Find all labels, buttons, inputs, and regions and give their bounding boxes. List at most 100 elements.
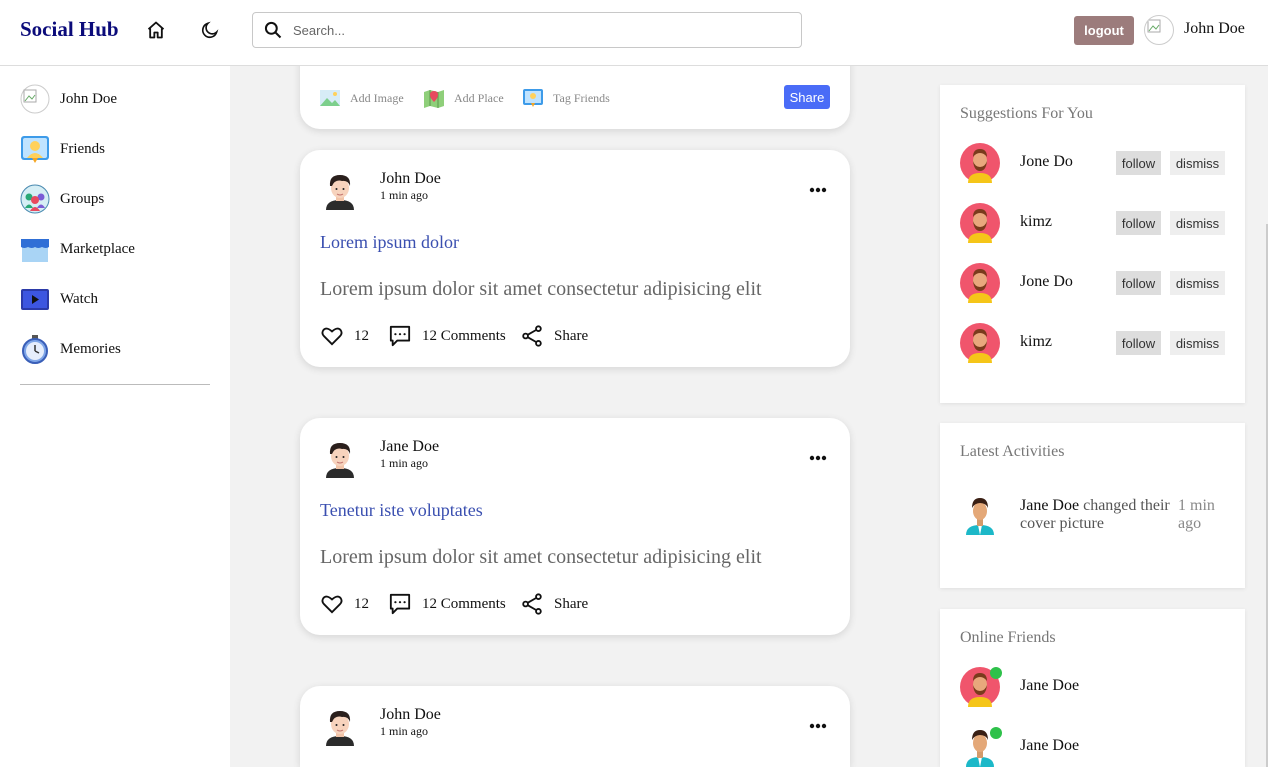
bearded-man-avatar[interactable] (960, 263, 1000, 303)
share-label: Share (554, 327, 589, 344)
dismiss-button[interactable]: dismiss (1170, 211, 1225, 235)
comments-button[interactable]: 12 Comments (388, 324, 506, 348)
more-options-icon[interactable] (808, 448, 828, 468)
activity-user[interactable]: Jane Doe (1020, 497, 1079, 514)
online-friend-name: Jane Doe (1020, 737, 1080, 754)
post-card: Jane Doe 1 min ago Tenetur iste voluptat… (300, 418, 850, 635)
sidebar-item-label: Memories (60, 340, 121, 357)
dismiss-button[interactable]: dismiss (1170, 271, 1225, 295)
watch-icon (20, 284, 50, 314)
post-body: Lorem ipsum dolor sit amet consectetur a… (320, 278, 762, 300)
user-avatar (20, 84, 50, 114)
map-pin-icon (424, 90, 444, 108)
sidebar-divider (20, 384, 210, 385)
suggestion-name[interactable]: kimz (1020, 333, 1052, 351)
current-user-name[interactable]: John Doe (1184, 20, 1245, 38)
activities-title: Latest Activities (960, 443, 1065, 460)
share-button[interactable]: Share (784, 85, 830, 109)
sidebar-item-label: Watch (60, 290, 98, 307)
post-author[interactable]: John Doe (380, 170, 441, 188)
sidebar-item-label: John Doe (60, 90, 118, 107)
sidebar-item-friends[interactable]: Friends (20, 134, 220, 164)
more-options-icon[interactable] (808, 716, 828, 736)
author-avatar[interactable] (320, 170, 360, 210)
activity-time: 1 min ago (1178, 497, 1215, 532)
tag-friends-action[interactable]: Tag Friends (523, 88, 610, 108)
sidebar-item-label: Marketplace (60, 240, 135, 257)
dismiss-button[interactable]: dismiss (1170, 151, 1225, 175)
add-image-label: Add Image (350, 90, 404, 105)
add-place-action[interactable]: Add Place (424, 88, 504, 108)
author-avatar[interactable] (320, 438, 360, 478)
like-button[interactable]: 12 (320, 324, 369, 348)
friends-icon (20, 134, 50, 164)
search-input[interactable] (293, 22, 773, 38)
brand-logo[interactable]: Social Hub (20, 17, 119, 42)
follow-button[interactable]: follow (1116, 211, 1161, 235)
sidebar-item-groups[interactable]: Groups (20, 184, 220, 214)
post-author[interactable]: Jane Doe (380, 438, 439, 456)
sidebar-item-profile[interactable]: John Doe (20, 84, 220, 114)
suggestions-panel: Suggestions For You Jone Do follow dismi… (940, 85, 1245, 403)
follow-button[interactable]: follow (1116, 271, 1161, 295)
online-title: Online Friends (960, 629, 1056, 646)
suggestion-item: Jone Do follow dismiss (960, 143, 1230, 183)
comments-button[interactable]: 12 Comments (388, 592, 506, 616)
image-icon (320, 90, 340, 106)
marketplace-icon (20, 234, 50, 264)
dark-mode-icon[interactable] (198, 18, 222, 42)
like-count: 12 (354, 595, 369, 612)
sidebar-item-watch[interactable]: Watch (20, 284, 220, 314)
tag-friends-label: Tag Friends (553, 90, 610, 105)
heart-icon (320, 592, 344, 616)
post-title[interactable]: Lorem ipsum dolor (320, 232, 459, 253)
follow-button[interactable]: follow (1116, 151, 1161, 175)
dismiss-button[interactable]: dismiss (1170, 331, 1225, 355)
suggestion-name[interactable]: Jone Do (1020, 153, 1073, 171)
bearded-man-avatar[interactable] (960, 143, 1000, 183)
share-icon (520, 324, 544, 348)
suggestion-item: kimz follow dismiss (960, 203, 1230, 243)
post-title[interactable]: Tenetur iste voluptates (320, 500, 483, 521)
online-status-dot (990, 667, 1002, 679)
add-image-action[interactable]: Add Image (320, 88, 404, 108)
comment-icon (388, 324, 412, 348)
comments-count: 12 Comments (422, 595, 506, 612)
share-action[interactable]: Share (520, 324, 588, 348)
comments-count: 12 Comments (422, 327, 506, 344)
online-friend-item[interactable]: Jane Doe (960, 667, 1160, 707)
man-avatar[interactable] (960, 495, 1000, 535)
groups-icon (20, 184, 50, 214)
online-friend-name: Jane Doe (1020, 677, 1080, 694)
heart-icon (320, 324, 344, 348)
avatar[interactable] (1144, 15, 1174, 45)
online-friend-item[interactable]: Jane Doe (960, 727, 1160, 767)
activity-description: Jane Doe changed their cover picture (1020, 497, 1175, 533)
author-avatar[interactable] (320, 706, 360, 746)
left-sidebar: John Doe Friends Groups Marketplace Watc… (0, 66, 230, 767)
suggestion-name[interactable]: Jone Do (1020, 273, 1073, 291)
share-label: Share (554, 595, 589, 612)
sidebar-item-marketplace[interactable]: Marketplace (20, 234, 220, 264)
sidebar-item-label: Groups (60, 190, 105, 207)
like-button[interactable]: 12 (320, 592, 369, 616)
share-action[interactable]: Share (520, 592, 588, 616)
suggestions-title: Suggestions For You (960, 105, 1093, 122)
home-icon[interactable] (144, 18, 168, 42)
top-navbar: Social Hub logout John Doe (0, 0, 1268, 66)
suggestion-item: Jone Do follow dismiss (960, 263, 1230, 303)
comment-icon (388, 592, 412, 616)
bearded-man-avatar[interactable] (960, 323, 1000, 363)
sidebar-item-label: Friends (60, 140, 105, 157)
suggestion-name[interactable]: kimz (1020, 213, 1052, 231)
more-options-icon[interactable] (808, 180, 828, 200)
logout-button[interactable]: logout (1074, 16, 1134, 45)
share-icon (520, 592, 544, 616)
bearded-man-avatar[interactable] (960, 203, 1000, 243)
like-count: 12 (354, 327, 369, 344)
search-icon (253, 20, 293, 40)
sidebar-item-memories[interactable]: Memories (20, 334, 220, 364)
follow-button[interactable]: follow (1116, 331, 1161, 355)
suggestion-item: kimz follow dismiss (960, 323, 1230, 363)
post-author[interactable]: John Doe (380, 706, 441, 724)
